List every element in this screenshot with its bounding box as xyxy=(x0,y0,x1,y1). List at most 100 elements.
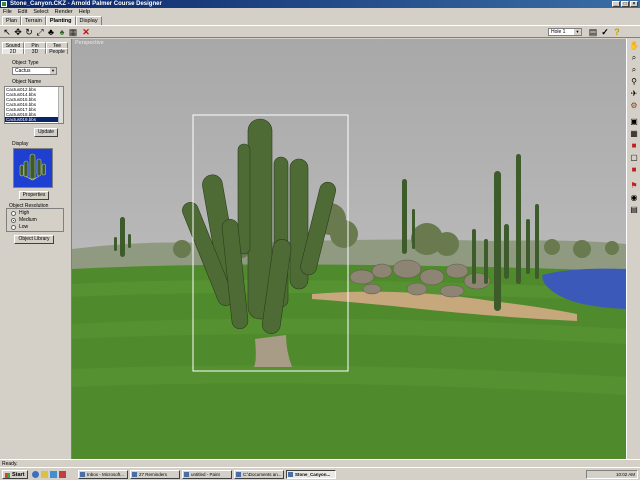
checkmark-icon[interactable]: ✓ xyxy=(600,27,610,37)
view-top-icon[interactable]: ▣ xyxy=(629,117,639,127)
course-scene xyxy=(72,114,626,459)
outlook-icon xyxy=(80,472,85,477)
windows-logo-icon xyxy=(5,473,10,478)
list-scrollbar[interactable] xyxy=(58,87,63,123)
group-icon[interactable]: ▦ xyxy=(68,27,78,37)
tab-people[interactable]: People xyxy=(46,48,68,55)
folder-icon xyxy=(236,472,241,477)
app-icon[interactable] xyxy=(59,471,66,478)
view-frame-icon[interactable]: ▢ xyxy=(629,153,639,163)
menu-help[interactable]: Help xyxy=(76,8,93,16)
task-paint[interactable]: untitled - Paint xyxy=(182,470,232,479)
bell-icon xyxy=(132,472,137,477)
task-label: untitled - Paint xyxy=(191,472,220,477)
properties-button[interactable]: Properties xyxy=(19,191,49,200)
view-stop-icon[interactable]: ■ xyxy=(629,165,639,175)
minimize-button[interactable]: _ xyxy=(612,1,620,7)
tab-plan[interactable]: Plan xyxy=(2,16,22,25)
mode-tabs: Plan Terrain Planting Display xyxy=(2,16,102,25)
taskbar: Start Inbox - Microsoft... 27 Reminders … xyxy=(0,467,640,480)
scale-icon[interactable]: ⤢ xyxy=(35,27,45,37)
app-icon xyxy=(288,472,293,477)
display-label: Display xyxy=(12,141,29,147)
help-icon[interactable]: ? xyxy=(612,27,622,37)
tab-display[interactable]: Display xyxy=(75,16,102,25)
menu-file[interactable]: File xyxy=(0,8,15,16)
hole-select[interactable]: Hole 1 ▼ xyxy=(548,28,582,36)
menu-select[interactable]: Select xyxy=(30,8,51,16)
move-icon[interactable]: ✥ xyxy=(13,27,23,37)
flag-icon[interactable]: ⚑ xyxy=(629,181,639,191)
select-arrow-icon[interactable]: ↖ xyxy=(2,27,12,37)
task-reminders[interactable]: 27 Reminders xyxy=(130,470,180,479)
status-bar: Ready. xyxy=(0,459,640,467)
outlook-icon[interactable] xyxy=(41,471,48,478)
task-inbox[interactable]: Inbox - Microsoft... xyxy=(78,470,128,479)
radio-low[interactable] xyxy=(11,225,16,230)
task-label: C:\Documents an... xyxy=(243,472,282,477)
delete-icon[interactable]: ✕ xyxy=(81,27,91,37)
app-icon xyxy=(1,1,7,7)
walk-icon[interactable]: ⚲ xyxy=(629,77,639,87)
planting-panel: Sound Pin Tee 2D 3D People Object Type C… xyxy=(0,39,72,459)
tab-planting[interactable]: Planting xyxy=(45,16,76,25)
desktop-icon[interactable] xyxy=(50,471,57,478)
tab-2d[interactable]: 2D xyxy=(2,48,24,55)
right-toolbar: ✋ ⌕ ⌕ ⚲ ✈ ⚙ ▣ ▦ ■ ▢ ■ ⚑ ◉ ▤ xyxy=(626,39,640,459)
clock: 10:02 AM xyxy=(615,472,635,477)
forest-icon[interactable]: ♠ xyxy=(57,27,67,37)
object-name-list[interactable]: Cactus012.bbs Cactus014.bbs Cactus015.bb… xyxy=(4,86,64,124)
chevron-down-icon: ▼ xyxy=(50,68,56,74)
object-type-select[interactable]: Cactus ▼ xyxy=(12,67,57,75)
camera-icon[interactable]: ⚙ xyxy=(629,101,639,111)
start-button[interactable]: Start xyxy=(2,470,28,479)
menu-bar: File Edit Select Render Help xyxy=(0,8,640,16)
radio-high-label: High xyxy=(19,210,30,216)
zoom-out-icon[interactable]: ⌕ xyxy=(629,65,639,75)
resolution-group: High Medium Low xyxy=(6,208,64,232)
task-stone-canyon[interactable]: Stone_Canyon... xyxy=(286,470,336,479)
ie-icon[interactable] xyxy=(32,471,39,478)
tab-terrain[interactable]: Terrain xyxy=(21,16,46,25)
task-documents[interactable]: C:\Documents an... xyxy=(234,470,284,479)
ball-icon[interactable]: ◉ xyxy=(629,193,639,203)
viewport-label: Perspective xyxy=(75,40,104,46)
task-label: Stone_Canyon... xyxy=(295,472,331,477)
task-label: 27 Reminders xyxy=(139,472,168,477)
hand-icon[interactable]: ✋ xyxy=(629,41,639,51)
object-type-value: Cactus xyxy=(15,68,31,74)
update-button[interactable]: Update xyxy=(34,128,58,137)
menu-render[interactable]: Render xyxy=(52,8,76,16)
fly-icon[interactable]: ✈ xyxy=(629,89,639,99)
object-preview xyxy=(13,148,53,188)
paint-tree-icon[interactable]: ♣ xyxy=(46,27,56,37)
tab-3d[interactable]: 3D xyxy=(24,48,46,55)
view-grid-icon[interactable]: ▦ xyxy=(629,129,639,139)
start-label: Start xyxy=(12,472,25,478)
toolbar: ↖ ✥ ↻ ⤢ ♣ ♠ ▦ ✕ Hole 1 ▼ ▤ ✓ ? xyxy=(0,25,640,38)
maximize-button[interactable]: □ xyxy=(621,1,629,7)
radio-medium[interactable] xyxy=(11,218,16,223)
object-library-button[interactable]: Object Library xyxy=(14,235,54,244)
menu-edit[interactable]: Edit xyxy=(15,8,30,16)
document-icon[interactable]: ▤ xyxy=(588,27,598,37)
radio-medium-label: Medium xyxy=(19,217,37,223)
view-red-icon[interactable]: ■ xyxy=(629,141,639,151)
radio-low-label: Low xyxy=(19,224,29,230)
tee-icon[interactable]: ▤ xyxy=(629,205,639,215)
object-type-label: Object Type xyxy=(12,60,39,66)
perspective-viewport[interactable]: Perspective xyxy=(72,39,626,459)
close-window-button[interactable]: × xyxy=(630,1,638,7)
radio-high[interactable] xyxy=(11,211,16,216)
window-title: Stone_Canyon.CKZ - Arnold Palmer Course … xyxy=(10,1,162,7)
title-bar: Stone_Canyon.CKZ - Arnold Palmer Course … xyxy=(0,0,640,8)
rotate-icon[interactable]: ↻ xyxy=(24,27,34,37)
object-name-label: Object Name xyxy=(12,79,42,85)
list-item-selected[interactable]: Cactus019.bbs xyxy=(5,117,63,122)
paint-icon xyxy=(184,472,189,477)
system-tray: 10:02 AM xyxy=(586,470,638,479)
cactus-preview-icon xyxy=(19,153,46,181)
zoom-icon[interactable]: ⌕ xyxy=(629,53,639,63)
hole-select-value: Hole 1 xyxy=(551,29,566,35)
task-label: Inbox - Microsoft... xyxy=(87,472,125,477)
